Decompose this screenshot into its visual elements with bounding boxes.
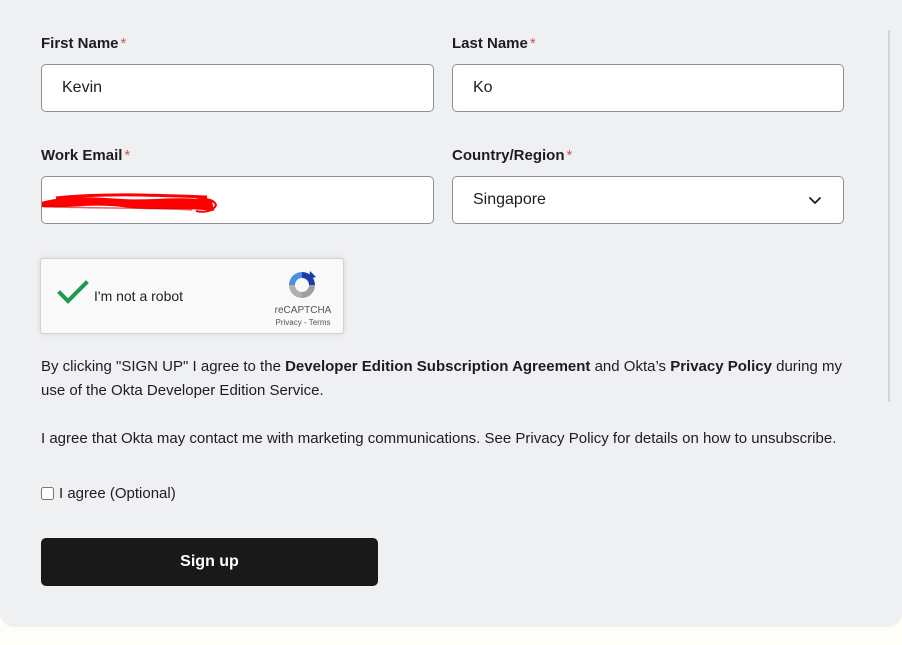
last-name-value: Ko — [473, 79, 493, 96]
agreement-middle: and Okta’s — [590, 358, 671, 375]
last-name-label: Last Name * — [452, 35, 536, 52]
first-name-value: Kevin — [62, 79, 103, 96]
required-asterisk: * — [120, 35, 127, 52]
marketing-checkbox[interactable] — [41, 487, 54, 500]
last-name-label-text: Last Name — [452, 35, 528, 52]
required-asterisk: * — [124, 147, 131, 164]
work-email-label: Work Email * — [41, 147, 130, 164]
country-label-text: Country/Region — [452, 147, 565, 164]
checkmark-icon[interactable] — [57, 279, 89, 307]
marketing-text: I agree that Okta may contact me with ma… — [41, 430, 837, 447]
recaptcha-logo-icon — [289, 271, 316, 298]
scroll-divider — [888, 30, 890, 402]
last-name-input[interactable]: Ko — [452, 64, 844, 112]
recaptcha-label: I'm not a robot — [94, 288, 184, 304]
required-asterisk: * — [566, 147, 573, 164]
country-label: Country/Region * — [452, 147, 572, 164]
agreement-prefix: By clicking "SIGN UP" I agree to the — [41, 358, 286, 375]
recaptcha-widget[interactable]: I'm not a robot reCAPTCHA Privacy - Term… — [40, 258, 344, 334]
marketing-checkbox-label: I agree (Optional) — [59, 485, 176, 502]
privacy-policy-link[interactable]: Privacy Policy — [670, 358, 772, 375]
marketing-optin[interactable]: I agree (Optional) — [41, 485, 176, 502]
agreement-text: By clicking "SIGN UP" I agree to the Dev… — [41, 355, 851, 403]
subscription-agreement-link[interactable]: Developer Edition Subscription Agreement — [285, 358, 590, 375]
recaptcha-privacy-terms-links[interactable]: Privacy - Terms — [263, 318, 343, 327]
required-asterisk: * — [529, 35, 536, 52]
first-name-input[interactable]: Kevin — [41, 64, 434, 112]
sign-up-button[interactable]: Sign up — [41, 538, 378, 586]
recaptcha-brand: reCAPTCHA — [274, 305, 332, 316]
redaction-scribble — [42, 193, 218, 213]
work-email-label-text: Work Email — [41, 147, 123, 164]
signup-form-panel: First Name * Kevin Last Name * Ko Work Ema… — [0, 0, 902, 627]
chevron-down-icon — [809, 197, 821, 204]
work-email-input[interactable] — [41, 176, 434, 224]
country-selected-value: Singapore — [473, 191, 546, 208]
first-name-label: First Name * — [41, 35, 126, 52]
first-name-label-text: First Name — [41, 35, 119, 52]
country-select[interactable]: Singapore — [452, 176, 844, 224]
